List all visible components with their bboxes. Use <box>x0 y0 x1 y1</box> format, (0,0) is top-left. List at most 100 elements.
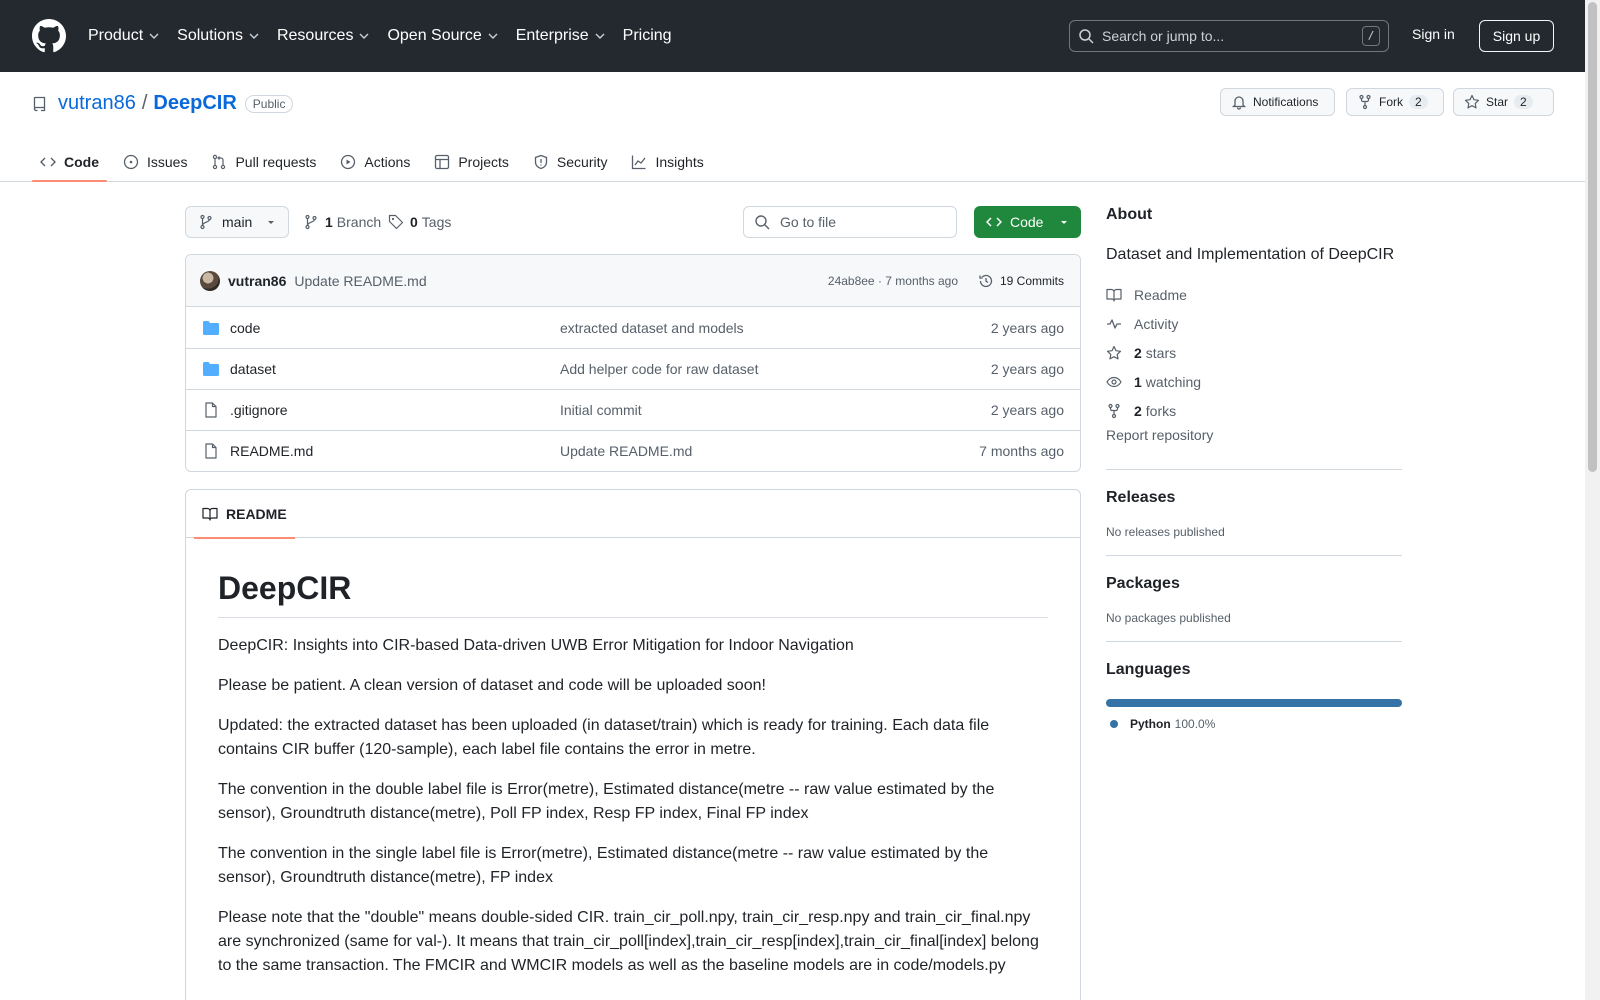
file-name-link[interactable]: code <box>230 320 260 336</box>
file-name-link[interactable]: .gitignore <box>230 402 288 418</box>
language-item[interactable]: Python 100.0% <box>1106 717 1402 731</box>
language-color-dot <box>1110 720 1118 728</box>
file-commit-message[interactable]: extracted dataset and models <box>560 320 744 336</box>
activity-link-label: Activity <box>1134 315 1179 332</box>
watching-link[interactable]: 1 watching <box>1106 367 1402 396</box>
readme-title: DeepCIR <box>218 570 1048 618</box>
nav-resources[interactable]: Resources <box>277 27 369 45</box>
search-icon <box>1079 29 1094 44</box>
tab-pull-requests[interactable]: Pull requests <box>203 142 324 182</box>
nav-open-source[interactable]: Open Source <box>387 27 498 45</box>
tab-security-label: Security <box>556 154 608 170</box>
repo-name-link[interactable]: DeepCIR <box>153 92 236 115</box>
tab-issues[interactable]: Issues <box>115 142 195 182</box>
notifications-label: Notifications <box>1253 95 1319 109</box>
repo-icon <box>33 96 46 111</box>
visibility-badge: Public <box>244 94 294 113</box>
chevron-down-icon <box>488 33 498 39</box>
file-row[interactable]: README.md Update README.md 7 months ago <box>186 430 1080 471</box>
branch-icon <box>305 214 317 230</box>
star-button[interactable]: Star 2 <box>1453 88 1554 116</box>
releases-heading[interactable]: Releases <box>1106 489 1402 507</box>
code-dropdown-button[interactable]: Code <box>974 206 1081 238</box>
repo-description: Dataset and Implementation of DeepCIR <box>1106 246 1395 263</box>
global-search-input[interactable]: Search or jump to... / <box>1069 20 1389 52</box>
commit-message-link[interactable]: Update README.md <box>294 273 426 289</box>
sign-up-button[interactable]: Sign up <box>1479 20 1554 52</box>
report-repository-link[interactable]: Report repository <box>1106 427 1402 453</box>
notifications-button[interactable]: Notifications <box>1220 88 1335 116</box>
nav-solutions-label: Solutions <box>177 27 243 44</box>
tab-projects[interactable]: Projects <box>426 142 517 182</box>
play-icon <box>341 154 356 170</box>
tab-insights[interactable]: Insights <box>623 142 711 182</box>
stars-count: 2 <box>1134 344 1142 361</box>
branch-icon <box>200 214 212 230</box>
star-icon <box>1464 94 1480 109</box>
nav-open-source-label: Open Source <box>387 27 482 44</box>
history-icon <box>979 274 993 287</box>
file-commit-message[interactable]: Initial commit <box>560 402 642 418</box>
about-heading: About <box>1106 206 1153 223</box>
tab-code[interactable]: Code <box>32 142 107 182</box>
latest-commit-bar: vutran86 Update README.md 24ab8ee · 7 mo… <box>186 255 1080 307</box>
caret-down-icon <box>1061 221 1067 224</box>
languages-section: Languages Python 100.0% <box>1106 641 1402 731</box>
file-commit-age: 2 years ago <box>990 361 1064 377</box>
language-percentage: 100.0% <box>1174 717 1216 731</box>
search-placeholder: Search or jump to... <box>1102 28 1225 44</box>
sign-in-link[interactable]: Sign in <box>1412 26 1455 42</box>
file-navigation: main 1 Branch 0 Tags Go to file Code <box>185 206 1081 238</box>
go-to-file-input[interactable]: Go to file <box>743 206 957 238</box>
fork-label: Fork <box>1379 95 1403 109</box>
forks-link[interactable]: 2 forks <box>1106 396 1402 425</box>
repo-main: main 1 Branch 0 Tags Go to file Code vut… <box>185 206 1081 1000</box>
branch-selector[interactable]: main <box>185 206 289 238</box>
forks-label: forks <box>1145 402 1177 419</box>
file-commit-message[interactable]: Update README.md <box>560 443 692 459</box>
code-icon <box>986 217 1002 227</box>
branches-link[interactable]: 1 Branch <box>303 214 381 230</box>
stars-link[interactable]: 2 stars <box>1106 338 1402 367</box>
file-name-link[interactable]: dataset <box>230 361 276 377</box>
commits-count: 19 Commits <box>999 273 1064 288</box>
repo-owner-link[interactable]: vutran86 <box>58 92 136 115</box>
folder-icon <box>203 320 219 335</box>
commits-history-link[interactable]: 19 Commits <box>978 273 1064 289</box>
commit-author-link[interactable]: vutran86 <box>228 273 286 289</box>
global-nav: Product Solutions Resources Open Source … <box>88 0 690 72</box>
pull-request-icon <box>213 154 226 170</box>
nav-enterprise[interactable]: Enterprise <box>516 27 605 45</box>
nav-product-label: Product <box>88 27 144 44</box>
file-row[interactable]: dataset Add helper code for raw dataset … <box>186 348 1080 389</box>
file-list: code extracted dataset and models 2 year… <box>186 307 1080 471</box>
packages-heading[interactable]: Packages <box>1106 575 1402 593</box>
tags-link[interactable]: 0 Tags <box>388 214 451 230</box>
readme-tab[interactable]: README <box>194 490 295 539</box>
nav-pricing[interactable]: Pricing <box>623 27 672 45</box>
branch-count: 1 <box>325 214 333 230</box>
file-commit-message[interactable]: Add helper code for raw dataset <box>560 361 758 377</box>
watching-count: 1 <box>1134 373 1142 390</box>
scrollbar-thumb[interactable] <box>1588 2 1597 472</box>
commit-sha-time[interactable]: 24ab8ee · 7 months ago <box>828 274 958 288</box>
tab-security[interactable]: Security <box>525 142 616 182</box>
file-row[interactable]: code extracted dataset and models 2 year… <box>186 307 1080 348</box>
file-name-link[interactable]: README.md <box>230 443 313 459</box>
activity-link[interactable]: Activity <box>1106 309 1402 338</box>
file-row[interactable]: .gitignore Initial commit 2 years ago <box>186 389 1080 430</box>
readme-panel: README DeepCIR DeepCIR: Insights into CI… <box>185 489 1081 1000</box>
readme-link[interactable]: Readme <box>1106 280 1402 309</box>
tab-actions[interactable]: Actions <box>332 142 418 182</box>
github-logo-icon[interactable] <box>32 19 66 53</box>
nav-solutions[interactable]: Solutions <box>177 27 259 45</box>
avatar[interactable] <box>200 270 220 291</box>
fork-button[interactable]: Fork 2 <box>1346 88 1444 116</box>
readme-paragraph: Please note that the "double" means doub… <box>218 909 1039 974</box>
nav-product[interactable]: Product <box>88 27 159 45</box>
star-label: Star <box>1486 95 1509 109</box>
file-commit-age: 2 years ago <box>990 402 1064 418</box>
page-scrollbar[interactable] <box>1585 0 1600 1000</box>
code-icon <box>40 157 56 167</box>
tag-label: Tags <box>421 214 452 230</box>
